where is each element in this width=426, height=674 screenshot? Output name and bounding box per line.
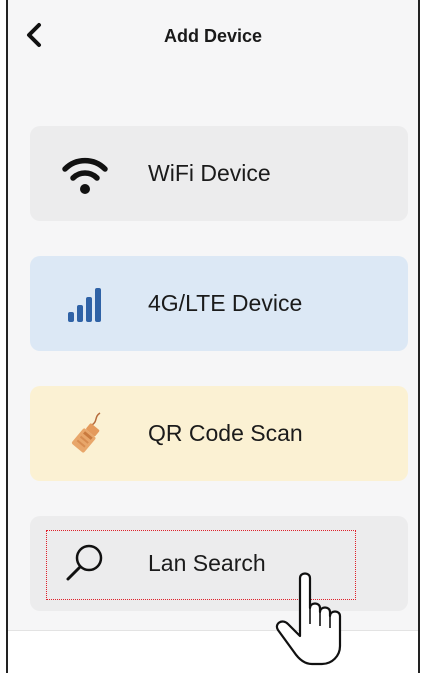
- wifi-device-label: WiFi Device: [148, 160, 271, 186]
- wifi-icon: [60, 149, 110, 199]
- lan-search-option[interactable]: Lan Search: [30, 516, 408, 611]
- lte-device-option[interactable]: 4G/LTE Device: [30, 256, 408, 351]
- bottom-area: [8, 630, 418, 674]
- search-icon: [60, 539, 110, 589]
- ethernet-cable-icon: [60, 409, 110, 459]
- wifi-device-option[interactable]: WiFi Device: [30, 126, 408, 221]
- page-title: Add Device: [163, 26, 263, 46]
- qr-code-scan-label: QR Code Scan: [148, 420, 303, 446]
- phone-screen: Add Device WiFi Device 4G/LTE Device QR …: [6, 0, 420, 674]
- top-bar: Add Device: [8, 0, 418, 80]
- qr-code-scan-option[interactable]: QR Code Scan: [30, 386, 408, 481]
- lte-device-label: 4G/LTE Device: [148, 290, 303, 316]
- lan-search-label: Lan Search: [148, 550, 266, 576]
- signal-bars-icon: [60, 279, 110, 329]
